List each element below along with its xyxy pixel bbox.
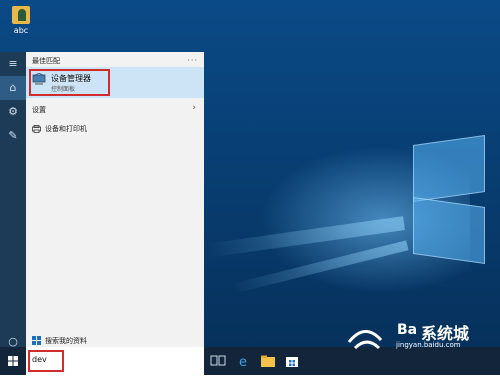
device-manager-icon <box>32 73 46 85</box>
desktop-icon-label: abc <box>13 26 29 35</box>
watermark-url: jingyan.baidu.com <box>396 341 461 349</box>
svg-text:e: e <box>239 355 247 368</box>
search-my-stuff[interactable]: 搜索我的资料 <box>26 334 204 347</box>
best-match-header: 最佳匹配 <box>32 57 60 65</box>
store-icon[interactable] <box>284 354 300 368</box>
search-results-panel: 最佳匹配 ··· 设备管理器 控制面板 设置 › 设备和打印机 搜索我的资料 <box>26 52 204 347</box>
more-options-icon[interactable]: ··· <box>187 56 198 65</box>
desktop-icon-abc[interactable]: abc <box>8 6 34 35</box>
task-view-icon[interactable] <box>210 354 226 368</box>
start-button[interactable] <box>0 347 26 375</box>
best-match-title: 设备管理器 <box>51 74 91 83</box>
settings-item-label: 设备和打印机 <box>45 125 87 133</box>
settings-item-devices-printers[interactable]: 设备和打印机 <box>26 122 204 136</box>
hamburger-icon[interactable]: ≡ <box>0 52 26 76</box>
search-input-value[interactable]: dev <box>32 355 47 364</box>
watermark-logo-icon <box>347 330 383 350</box>
best-match-item[interactable]: 设备管理器 控制面板 <box>26 67 204 98</box>
chevron-right-icon: › <box>192 103 196 113</box>
start-left-rail: ≡ ⌂ ⚙ ✎ ○ <box>0 52 26 348</box>
windows-start-icon <box>8 356 18 366</box>
windows-logo-graphic <box>395 134 495 265</box>
user-folder-icon <box>12 6 30 24</box>
settings-section-header[interactable]: 设置 › <box>26 103 204 117</box>
gear-icon[interactable]: ⚙ <box>0 100 26 124</box>
settings-header: 设置 <box>32 106 46 114</box>
printer-icon <box>32 125 41 133</box>
watermark-fragment: Ba <box>397 322 418 338</box>
search-my-stuff-label: 搜索我的资料 <box>45 337 87 345</box>
feedback-icon[interactable]: ✎ <box>0 124 26 148</box>
edge-icon[interactable]: e <box>236 354 252 368</box>
best-match-subtitle: 控制面板 <box>51 86 76 93</box>
windows-icon <box>32 336 41 345</box>
home-icon[interactable]: ⌂ <box>0 76 26 100</box>
taskbar-search-box[interactable]: dev <box>26 347 204 375</box>
watermark: Ba 系统城 <box>345 318 495 358</box>
file-explorer-icon[interactable] <box>260 354 276 368</box>
